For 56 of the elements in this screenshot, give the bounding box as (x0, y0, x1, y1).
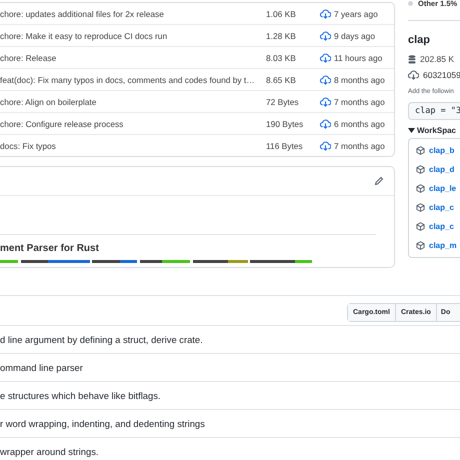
crate-description: wrapper around strings. (0, 446, 98, 457)
workspace-link[interactable]: clap_c (429, 222, 454, 231)
file-size: 1.06 KB (266, 8, 297, 18)
cloud-download-icon[interactable] (320, 140, 330, 150)
download-count: 60321059 (423, 70, 460, 80)
commit-message: chore: Align on boilerplate (0, 96, 98, 106)
commit-message: chore: Configure release process (0, 118, 124, 128)
caret-icon[interactable] (408, 127, 415, 134)
cloud-download-icon[interactable] (320, 8, 330, 18)
workspace-link[interactable]: clap_d (429, 165, 454, 174)
commit-age: 6 months ago (334, 118, 386, 128)
language-dot (408, 0, 413, 6)
package-icon (416, 203, 425, 212)
file-size: 8.03 KB (266, 52, 297, 62)
file-size: 190 Bytes (266, 118, 304, 128)
crate-description: ommand line parser (0, 362, 83, 373)
crate-description: d line argument by defining a struct, derive crate. (0, 334, 203, 345)
workspace-link[interactable]: clap_le (429, 184, 456, 193)
commit-message: chore: Release (0, 52, 58, 62)
crate-description: e structures which behave like bitflags. (0, 390, 160, 401)
commit-age: 11 hours ago (334, 52, 384, 62)
package-icon (416, 146, 425, 155)
package-icon (416, 241, 425, 250)
commit-age: 7 months ago (334, 96, 386, 106)
file-size: 8.65 KB (266, 74, 297, 84)
package-icon (416, 165, 425, 174)
workspace-link[interactable]: clap_c (429, 203, 454, 212)
commit-age: 7 months ago (334, 140, 386, 150)
workspace-title: WorkSpac (417, 126, 456, 135)
crate-description: r word wrapping, indenting, and dedenting strings (0, 418, 205, 429)
commit-age: 8 months ago (334, 74, 386, 84)
install-snippet: clap = "3 (408, 102, 460, 120)
commit-message: feat(doc): Fix many typos in docs, comments and codes found by t… (0, 74, 256, 84)
database-icon (408, 54, 416, 64)
commit-message: docs: Fix typos (0, 140, 57, 150)
cloud-download-icon[interactable] (320, 52, 330, 62)
commit-message: chore: updates additional files for 2x release (0, 8, 165, 18)
cloud-download-icon[interactable] (320, 74, 330, 84)
package-icon (416, 222, 425, 231)
package-icon (416, 184, 425, 193)
workspace-link[interactable]: clap_m (429, 241, 457, 250)
cloud-download-icon[interactable] (320, 30, 330, 40)
cloud-download-icon (408, 70, 419, 80)
project-tagline: ment Parser for Rust (0, 243, 100, 256)
pencil-icon[interactable] (374, 176, 384, 186)
crate-name: clap (408, 34, 430, 46)
file-size: 116 Bytes (266, 140, 304, 150)
crate-size: 202.85 K (420, 54, 454, 64)
file-size: 1.28 KB (266, 30, 297, 40)
file-size: 72 Bytes (266, 96, 300, 106)
cloud-download-icon[interactable] (320, 118, 330, 128)
commit-message: chore: Make it easy to reproduce CI docs run (0, 30, 168, 40)
cloud-download-icon[interactable] (320, 96, 330, 106)
commit-age: 9 days ago (334, 30, 376, 40)
commit-age: 7 years ago (334, 8, 379, 18)
workspace-link[interactable]: clap_b (429, 146, 454, 155)
